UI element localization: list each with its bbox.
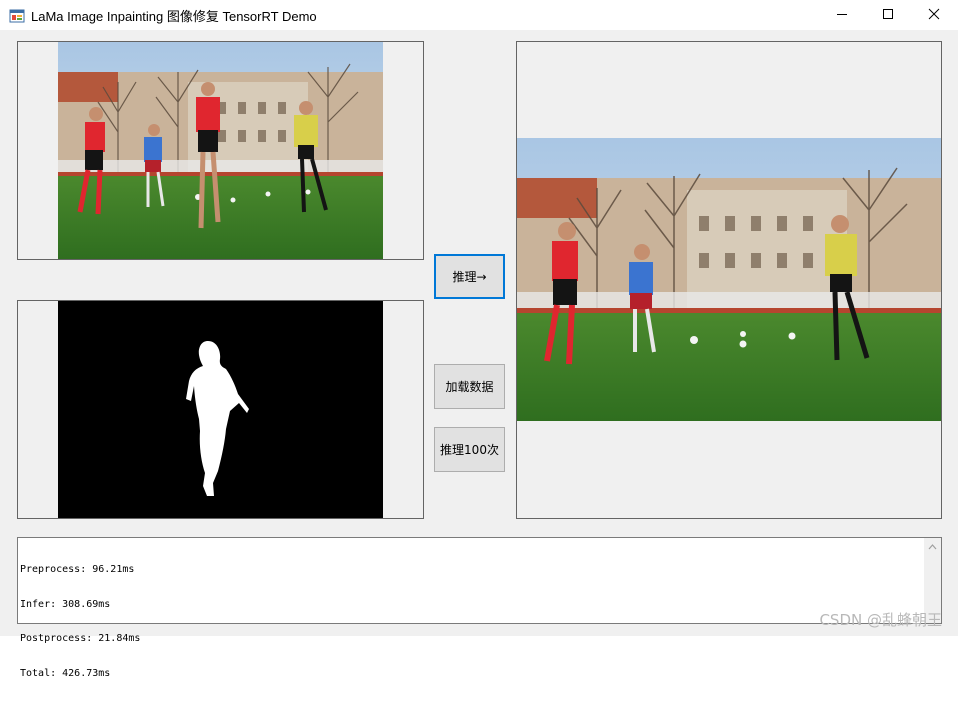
log-textbox[interactable]: Preprocess: 96.21ms Infer: 308.69ms Post… [17,537,942,679]
scroll-up-arrow-icon[interactable] [924,540,941,554]
minimize-icon [837,14,847,15]
load-data-button[interactable]: 加载数据 [434,364,505,409]
infer-100-button[interactable]: 推理100次 [434,427,505,472]
result-image [517,138,941,421]
title-bar[interactable]: LaMa Image Inpainting 图像修复 TensorRT Demo [0,0,958,31]
source-picturebox[interactable] [17,41,424,260]
maximize-button[interactable] [865,0,911,28]
log-line-infer: Infer: 308.69ms [20,598,111,610]
window-title: LaMa Image Inpainting 图像修复 TensorRT Demo [31,9,317,24]
form-client-area: 推理→ 加载数据 推理100次 Preprocess: 96.21ms Infe… [0,30,958,679]
maximize-icon [883,9,893,19]
infer-button[interactable]: 推理→ [434,254,505,299]
log-line-total: Total: 426.73ms [20,667,111,679]
mask-image [58,301,383,518]
close-button[interactable] [911,0,957,28]
log-text: Preprocess: 96.21ms Infer: 308.69ms Post… [20,541,140,702]
result-picturebox[interactable] [516,41,942,519]
watermark: CSDN @乱蜂朝王 [819,611,942,629]
log-line-postprocess: Postprocess: 21.84ms [20,633,141,644]
mask-picturebox[interactable] [17,300,424,519]
close-icon [928,8,940,20]
source-image [58,42,383,259]
log-line-preprocess: Preprocess: 96.21ms [20,564,135,575]
app-window-icon [9,9,25,23]
minimize-button[interactable] [819,0,865,28]
